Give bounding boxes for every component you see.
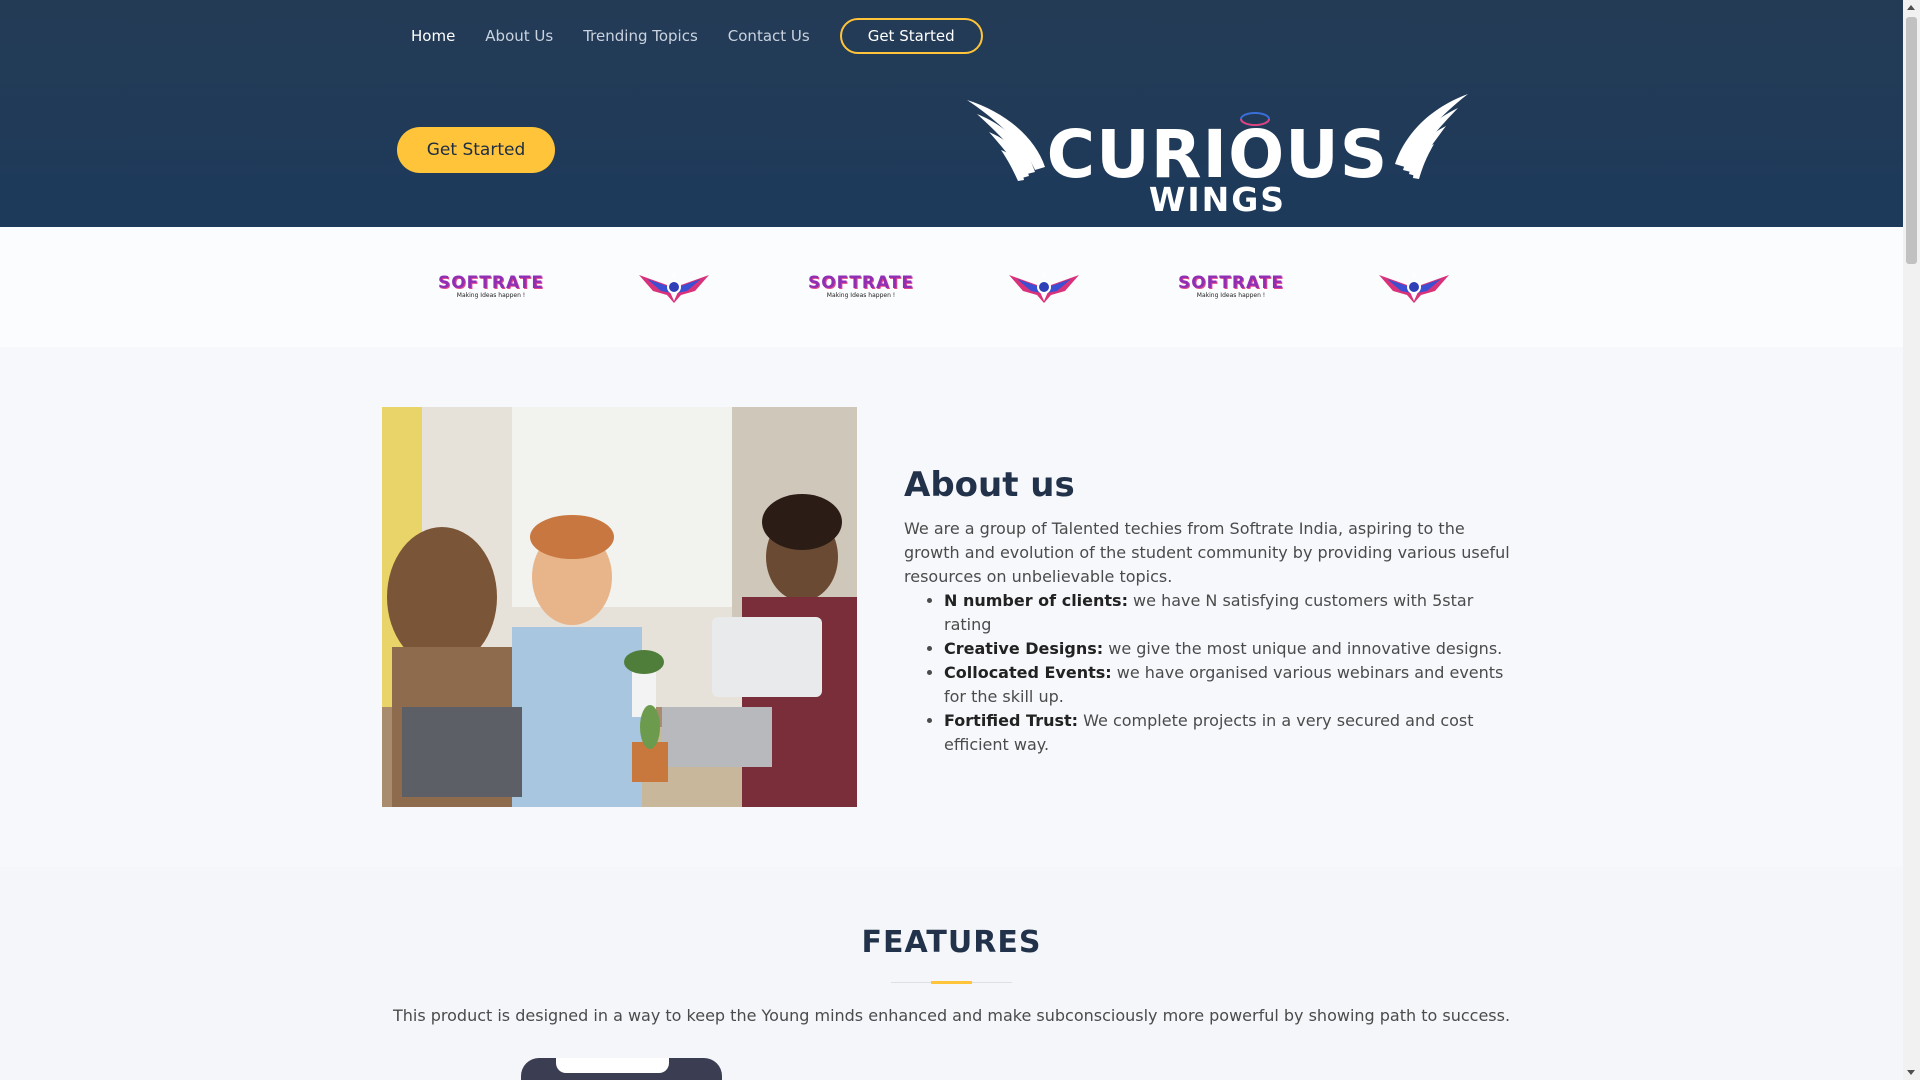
main-nav: Home About Us Trending Topics Contact Us… bbox=[411, 18, 983, 54]
wings-emblem-icon bbox=[639, 271, 709, 303]
about-point: N number of clients: we have N satisfyin… bbox=[944, 589, 1519, 637]
client-logo-wings[interactable] bbox=[637, 265, 711, 309]
features-description: This product is designed in a way to kee… bbox=[392, 1006, 1511, 1025]
about-content: About us We are a group of Talented tech… bbox=[904, 465, 1519, 757]
features-title: FEATURES bbox=[861, 925, 1042, 960]
softrate-tagline: Making Ideas happen ! bbox=[456, 292, 526, 299]
softrate-tagline: Making Ideas happen ! bbox=[826, 292, 896, 299]
scroll-down-arrow-icon[interactable] bbox=[1907, 1070, 1915, 1075]
client-logo-softrate[interactable]: SOFTRATE Making Ideas happen ! bbox=[807, 265, 915, 309]
scroll-up-arrow-icon[interactable] bbox=[1907, 5, 1915, 10]
softrate-wordmark: SOFTRATE bbox=[437, 273, 545, 293]
about-points-list: N number of clients: we have N satisfyin… bbox=[944, 589, 1519, 757]
page: Home About Us Trending Topics Contact Us… bbox=[0, 0, 1903, 1080]
hero-get-started-button[interactable]: Get Started bbox=[397, 127, 555, 173]
about-point: Creative Designs: we give the most uniqu… bbox=[944, 637, 1519, 661]
softrate-tagline: Making Ideas happen ! bbox=[1196, 292, 1266, 299]
wings-emblem-icon bbox=[1379, 271, 1449, 303]
nav-link-about-us[interactable]: About Us bbox=[485, 27, 553, 45]
phone-mockup bbox=[521, 1058, 722, 1080]
nav-link-home[interactable]: Home bbox=[411, 27, 455, 45]
nav-link-trending-topics[interactable]: Trending Topics bbox=[583, 27, 698, 45]
brand-logo: CURIOUS WINGS bbox=[965, 92, 1470, 222]
client-logo-wings[interactable] bbox=[1377, 265, 1451, 309]
about-point: Fortified Trust: We complete projects in… bbox=[944, 709, 1519, 757]
nav-link-contact-us[interactable]: Contact Us bbox=[728, 27, 810, 45]
about-title: About us bbox=[904, 465, 1075, 505]
about-team-photo bbox=[382, 407, 857, 807]
about-point-text: we give the most unique and innovative d… bbox=[1103, 639, 1503, 658]
about-section: About us We are a group of Talented tech… bbox=[0, 347, 1903, 867]
about-description: We are a group of Talented techies from … bbox=[904, 519, 1510, 586]
client-logo-wings[interactable] bbox=[1007, 265, 1081, 309]
features-section: FEATURES This product is designed in a w… bbox=[0, 867, 1903, 1080]
client-logo-softrate[interactable]: SOFTRATE Making Ideas happen ! bbox=[1177, 265, 1285, 309]
about-point-label: N number of clients: bbox=[944, 591, 1128, 610]
about-point: Collocated Events: we have organised var… bbox=[944, 661, 1519, 709]
nav-get-started-button[interactable]: Get Started bbox=[839, 18, 983, 54]
scrollbar-thumb[interactable] bbox=[1906, 17, 1917, 264]
softrate-wordmark: SOFTRATE bbox=[807, 273, 915, 293]
features-divider-accent bbox=[931, 981, 972, 984]
phone-notch bbox=[556, 1058, 669, 1073]
team-meeting-image bbox=[382, 407, 857, 807]
about-point-label: Collocated Events: bbox=[944, 663, 1112, 682]
about-point-label: Fortified Trust: bbox=[944, 711, 1079, 730]
wings-emblem-icon bbox=[1009, 271, 1079, 303]
about-point-label: Creative Designs: bbox=[944, 639, 1104, 658]
softrate-wordmark: SOFTRATE bbox=[1177, 273, 1285, 293]
brand-subtitle: WINGS bbox=[1148, 180, 1287, 219]
client-logo-softrate[interactable]: SOFTRATE Making Ideas happen ! bbox=[437, 265, 545, 309]
page-scrollbar[interactable] bbox=[1903, 0, 1920, 1080]
hero-section: Home About Us Trending Topics Contact Us… bbox=[0, 0, 1903, 227]
clients-strip: SOFTRATE Making Ideas happen ! SOFTRATE … bbox=[0, 227, 1903, 347]
